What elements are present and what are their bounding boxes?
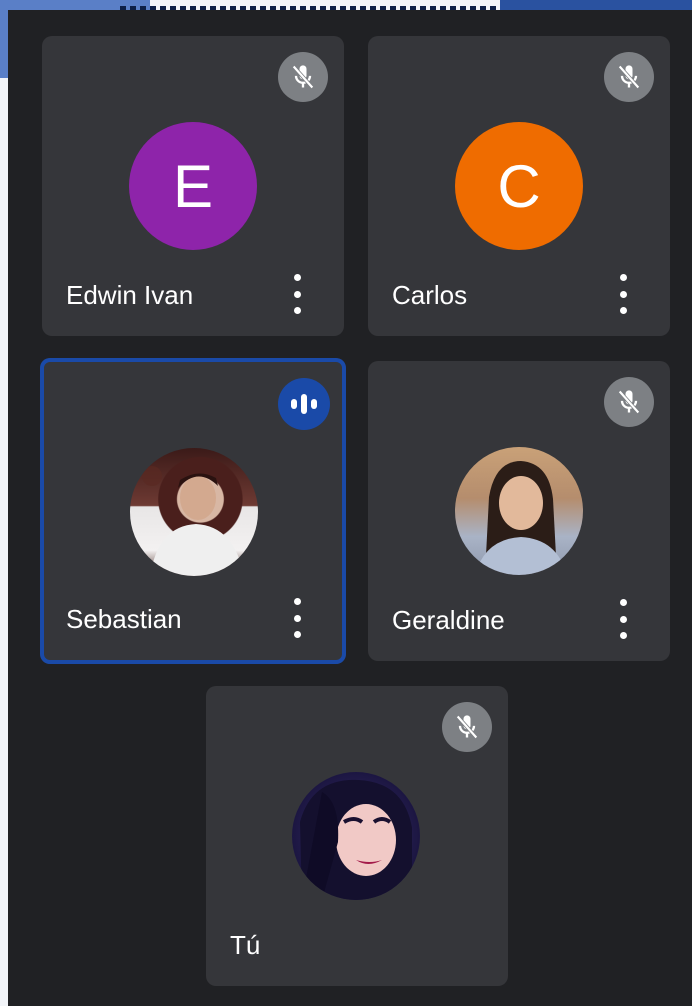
mic-off-icon (442, 702, 492, 752)
participant-name: Sebastian (66, 604, 182, 634)
avatar-photo (130, 448, 258, 576)
mic-off-icon (604, 377, 654, 427)
avatar-initial: E (172, 152, 214, 220)
avatar-photo (455, 447, 583, 575)
participant-tile-sebastian[interactable]: Sebastian (40, 358, 346, 664)
participant-tile-carlos[interactable]: C Carlos (368, 36, 670, 336)
more-vert-icon[interactable] (290, 274, 304, 314)
participant-tile-self[interactable]: Tú (206, 686, 508, 986)
avatar: E (129, 122, 257, 250)
participant-name: Geraldine (392, 605, 505, 635)
mic-off-icon (604, 52, 654, 102)
more-vert-icon[interactable] (616, 274, 630, 314)
participant-name: Carlos (392, 280, 468, 310)
participant-name: Edwin Ivan (66, 280, 194, 310)
more-vert-icon[interactable] (290, 598, 304, 638)
audio-wave-icon (278, 378, 330, 430)
more-vert-icon[interactable] (616, 599, 630, 639)
mic-off-icon (278, 52, 328, 102)
participant-tile-edwin-ivan[interactable]: E Edwin Ivan (42, 36, 344, 336)
avatar-initial: C (497, 152, 541, 220)
participant-tile-geraldine[interactable]: Geraldine (368, 361, 670, 661)
avatar-photo (292, 772, 420, 900)
avatar: C (455, 122, 583, 250)
meeting-grid: E Edwin Ivan C Carlos Sebastian Geraldin… (8, 10, 692, 1006)
participant-name: Tú (230, 930, 261, 960)
